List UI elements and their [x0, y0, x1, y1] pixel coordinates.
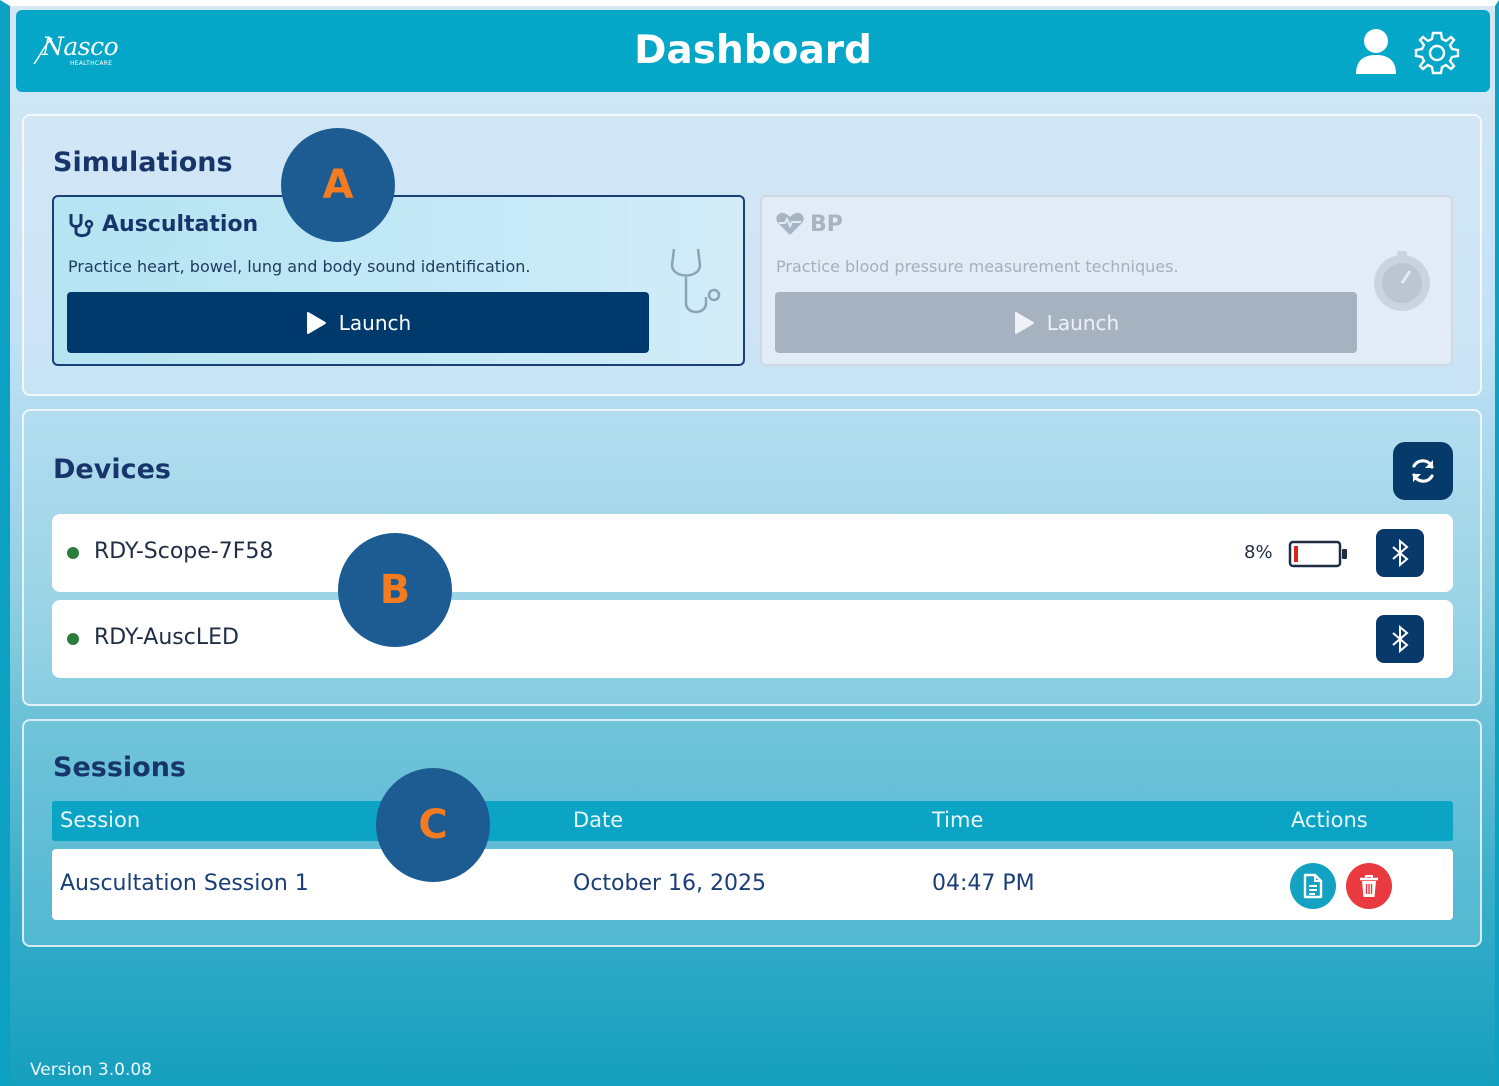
- stethoscope-icon: [69, 214, 94, 238]
- sessions-table-header: Session Date Time Actions: [52, 801, 1453, 841]
- page-title: Dashboard: [634, 28, 872, 73]
- view-report-button[interactable]: [1290, 863, 1336, 909]
- delete-session-button[interactable]: [1346, 863, 1392, 909]
- user-icon[interactable]: [1354, 28, 1398, 76]
- bluetooth-icon: [1392, 538, 1409, 568]
- devices-panel: Devices RDY-Scope-7F58 8% RDY-AuscLED: [22, 409, 1482, 706]
- auscultation-card[interactable]: Auscultation Practice heart, bowel, lung…: [52, 195, 745, 366]
- device-name: RDY-AuscLED: [94, 625, 239, 650]
- annotation-marker-b: B: [338, 533, 452, 647]
- annotation-marker-a: A: [281, 128, 395, 242]
- heart-pulse-icon: [776, 212, 804, 235]
- auscultation-description: Practice heart, bowel, lung and body sou…: [68, 257, 531, 276]
- sessions-title: Sessions: [53, 752, 186, 783]
- launch-label: Launch: [1046, 310, 1120, 335]
- column-header-session: Session: [60, 808, 141, 832]
- connection-status-dot: [67, 547, 79, 559]
- bp-card: BP Practice blood pressure measurement t…: [760, 195, 1453, 366]
- gauge-icon: [1374, 251, 1430, 311]
- app-header: Nasco HEALTHCARE Dashboard: [16, 10, 1490, 92]
- refresh-icon: [1412, 459, 1434, 483]
- play-icon: [306, 311, 326, 334]
- device-row[interactable]: RDY-Scope-7F58 8%: [52, 514, 1453, 592]
- annotation-marker-c: C: [376, 768, 490, 882]
- bp-description: Practice blood pressure measurement tech…: [776, 257, 1179, 276]
- simulations-title: Simulations: [53, 147, 233, 178]
- connection-status-dot: [67, 633, 79, 645]
- session-date: October 16, 2025: [573, 871, 767, 896]
- auscultation-title: Auscultation: [102, 212, 259, 237]
- auscultation-launch-button[interactable]: Launch: [67, 292, 649, 353]
- stethoscope-deco-icon: [670, 248, 721, 314]
- sessions-panel: Sessions Session Date Time Actions Auscu…: [22, 719, 1482, 947]
- bp-launch-button[interactable]: Launch: [775, 292, 1357, 353]
- document-icon: [1303, 873, 1323, 899]
- simulations-panel: Simulations Auscultation Practice heart,…: [22, 114, 1482, 396]
- gear-icon[interactable]: [1414, 30, 1460, 76]
- device-row[interactable]: RDY-AuscLED: [52, 600, 1453, 678]
- bp-title: BP: [810, 212, 843, 237]
- session-time: 04:47 PM: [932, 871, 1035, 896]
- play-icon: [1014, 311, 1034, 334]
- trash-icon: [1360, 875, 1378, 897]
- column-header-actions: Actions: [1291, 808, 1368, 832]
- table-row[interactable]: Auscultation Session 1 October 16, 2025 …: [52, 849, 1453, 920]
- column-header-time: Time: [932, 808, 984, 832]
- bluetooth-icon: [1392, 624, 1409, 654]
- column-header-date: Date: [573, 808, 624, 832]
- device-name: RDY-Scope-7F58: [94, 539, 274, 564]
- refresh-devices-button[interactable]: [1393, 442, 1453, 500]
- launch-label: Launch: [338, 310, 412, 335]
- session-name: Auscultation Session 1: [60, 871, 309, 896]
- bluetooth-button[interactable]: [1376, 529, 1424, 577]
- bluetooth-button[interactable]: [1376, 615, 1424, 663]
- battery-low-icon: [1288, 540, 1347, 568]
- version-label: Version 3.0.08: [30, 1060, 152, 1080]
- devices-title: Devices: [53, 454, 171, 485]
- battery-percentage: 8%: [1244, 542, 1273, 563]
